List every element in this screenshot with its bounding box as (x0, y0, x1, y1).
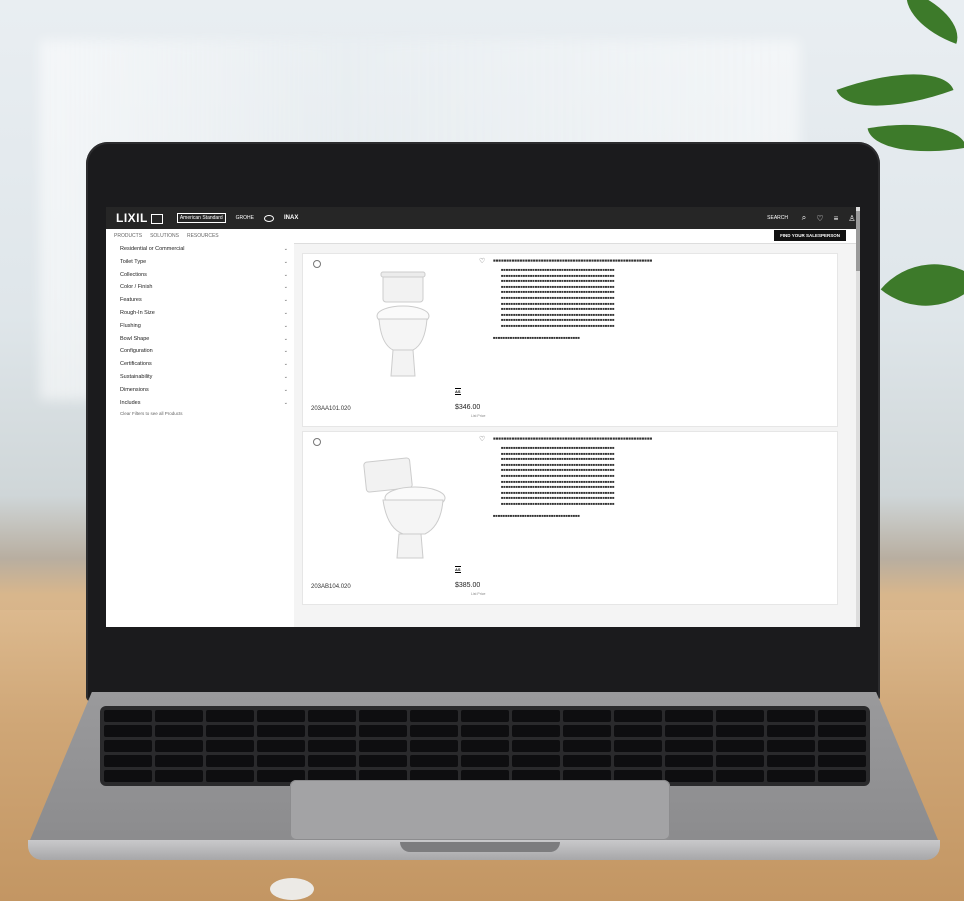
product-card[interactable]: ♡ AS 203AB104.020 $385.00 List Price ■■■… (302, 431, 838, 605)
chevron-down-icon: ⌄ (283, 361, 288, 368)
laptop-notch (400, 842, 560, 852)
chevron-down-icon: ⌄ (283, 246, 288, 252)
product-price: $385.00 (455, 582, 481, 589)
filter-item[interactable]: Bowl Shape ⌄ (106, 333, 294, 346)
compare-radio[interactable] (313, 260, 321, 268)
heart-icon[interactable]: ♡ (479, 435, 485, 443)
feature-list: ■■■■■■■■■■■■■■■■■■■■■■■■■■■■■■■■■■■■■■■■… (493, 267, 831, 329)
nav-solutions[interactable]: SOLUTIONS (150, 233, 179, 239)
filter-item[interactable]: Color / Finish ⌄ (106, 281, 294, 294)
product-description: ■■■■■■■■■■■■■■■■■■■■■■■■■■■■■■■■■■■■■■■■… (493, 258, 831, 340)
sub-navigation: PRODUCTS SOLUTIONS RESOURCES FIND YOUR S… (106, 229, 860, 244)
chevron-down-icon: ⌄ (283, 309, 288, 316)
filter-item[interactable]: Configuration ⌄ (106, 345, 294, 358)
plant-leaf (836, 52, 954, 128)
find-salesperson-button[interactable]: FIND YOUR SALESPERSON (774, 230, 846, 241)
compare-radio[interactable] (313, 438, 321, 446)
toilet-image[interactable] (343, 442, 453, 562)
product-sku: 203AB104.020 (311, 584, 351, 590)
brand-mini-logo: AS (455, 388, 461, 395)
keyboard (100, 706, 870, 786)
filter-item[interactable]: Residential or Commercial ⌄ (106, 243, 294, 256)
chevron-down-icon: ⌄ (283, 322, 288, 329)
brand-mini-logo: AS (455, 566, 461, 573)
filter-item[interactable]: Dimensions ⌄ (106, 384, 294, 397)
nav-resources[interactable]: RESOURCES (187, 233, 219, 239)
laptop-screen: LIXIL American Standard GROHE INAX SEARC… (106, 207, 860, 627)
toilet-image[interactable] (343, 264, 453, 384)
filter-item[interactable]: Collections ⌄ (106, 269, 294, 282)
product-title[interactable]: ■■■■■■■■■■■■■■■■■■■■■■■■■■■■■■■■■■■■■■■■… (493, 258, 831, 263)
eye-icon[interactable] (264, 214, 274, 222)
product-price: $346.00 (455, 404, 481, 411)
heart-icon[interactable]: ♡ (479, 257, 485, 265)
feature-list: ■■■■■■■■■■■■■■■■■■■■■■■■■■■■■■■■■■■■■■■■… (493, 445, 831, 507)
eraser (270, 878, 314, 900)
chevron-down-icon: ⌄ (283, 258, 288, 265)
plant-leaf (896, 0, 964, 44)
filter-item[interactable]: Features ⌄ (106, 294, 294, 307)
chevron-down-icon: ⌄ (283, 348, 288, 355)
chevron-down-icon: ⌄ (283, 271, 288, 278)
nav-products[interactable]: PRODUCTS (114, 233, 142, 239)
brand-inax[interactable]: INAX (284, 215, 298, 221)
chevron-down-icon: ⌄ (283, 373, 288, 380)
clear-filters-link[interactable]: Clear Filters to see all Products (106, 411, 294, 416)
chevron-down-icon: ⌄ (283, 297, 288, 304)
plant-leaf (867, 112, 964, 164)
filter-sidebar: Residential or Commercial ⌄ Toilet Type ⌄ … (106, 243, 294, 627)
menu-icon[interactable]: ≡ (828, 214, 844, 223)
lixil-logo[interactable]: LIXIL (116, 211, 163, 225)
filter-item[interactable]: Toilet Type ⌄ (106, 256, 294, 269)
filter-item[interactable]: Sustainability ⌄ (106, 371, 294, 384)
nominal-dimensions: ■■■■■■■■■■■■■■■■■■■■■■■■■■■■■■■■■■■■ (493, 334, 580, 340)
product-results: ♡ AS 203AA101.020 $346.00 List Price ■■■… (302, 243, 842, 627)
trackpad (290, 780, 670, 840)
chevron-down-icon: ⌄ (283, 335, 288, 342)
brand-grohe[interactable]: GROHE (236, 215, 254, 221)
product-title[interactable]: ■■■■■■■■■■■■■■■■■■■■■■■■■■■■■■■■■■■■■■■■… (493, 436, 831, 441)
site-header: LIXIL American Standard GROHE INAX SEARC… (106, 207, 860, 229)
product-card[interactable]: ♡ AS 203AA101.020 $346.00 List Price ■■■… (302, 253, 838, 427)
scroll-thumb[interactable] (856, 211, 860, 271)
filter-item[interactable]: Certifications ⌄ (106, 358, 294, 371)
filter-item[interactable]: Rough-In Size ⌄ (106, 307, 294, 320)
filter-item[interactable]: Flushing ⌄ (106, 320, 294, 333)
search-label[interactable]: SEARCH (767, 215, 788, 221)
chevron-down-icon: ⌄ (283, 284, 288, 291)
list-price-label: List Price (471, 592, 486, 596)
brand-american-standard[interactable]: American Standard (176, 213, 226, 223)
product-description: ■■■■■■■■■■■■■■■■■■■■■■■■■■■■■■■■■■■■■■■■… (493, 436, 831, 518)
plant-leaf (880, 235, 964, 335)
heart-icon[interactable]: ♡ (812, 214, 828, 223)
product-sku: 203AA101.020 (311, 406, 351, 412)
scrollbar[interactable] (856, 207, 860, 627)
results-toolbar (302, 243, 842, 251)
nominal-dimensions: ■■■■■■■■■■■■■■■■■■■■■■■■■■■■■■■■■■■■ (493, 512, 580, 518)
chevron-down-icon: ⌄ (283, 399, 288, 406)
chevron-down-icon: ⌄ (283, 386, 288, 393)
filter-item[interactable]: Includes ⌄ (106, 397, 294, 410)
list-price-label: List Price (471, 414, 486, 418)
search-icon[interactable]: ⌕ (796, 213, 812, 223)
